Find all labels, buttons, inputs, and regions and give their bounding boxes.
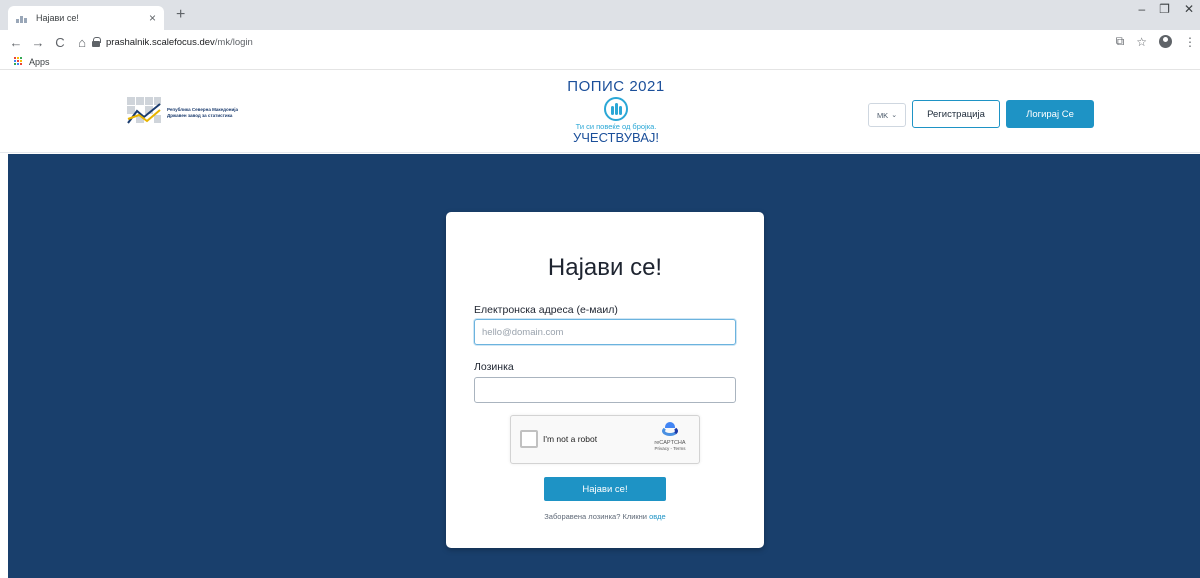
site-header: Република Северна Македонија Државен зав… [0,71,1200,153]
census-title-word: ПОПИС [567,78,625,95]
apps-grid-icon[interactable] [14,57,23,66]
browser-tabstrip: Најави се! × + – ❐ ✕ [0,0,1200,30]
email-label: Електронска адреса (е-маил) [474,304,618,316]
email-input[interactable] [474,319,736,345]
org-line-2: Државен завод за статистика [167,112,233,118]
recaptcha-label: I'm not a robot [543,434,598,444]
census-title: ПОПИС 2021 [564,78,668,95]
forgot-password-text: Заборавена лозинка? Кликни [544,512,650,521]
recaptcha-checkbox[interactable] [520,430,538,448]
bookmark-star-icon[interactable]: ☆ [1136,35,1147,49]
menu-dots-icon[interactable]: ⋮ [1184,35,1196,49]
login-card: Најави се! Електронска адреса (е-маил) Л… [446,212,764,548]
password-label: Лозинка [474,361,514,373]
minimize-icon[interactable]: – [1138,2,1145,16]
profile-icon[interactable] [1159,35,1172,48]
language-select[interactable]: MK ⌄ [868,103,906,127]
restore-icon[interactable]: ❐ [1159,2,1170,16]
forgot-password: Заборавена лозинка? Кликни овде [446,512,764,521]
back-icon[interactable]: ← [6,35,26,50]
recaptcha-widget: I'm not a robot reCAPTCHA Privacy - Term… [510,415,700,464]
address-bar[interactable]: prashalnik.scalefocus.dev/mk/login [92,33,1102,51]
census-people-icon [604,97,628,121]
register-button[interactable]: Регистрација [912,100,1000,128]
url-host: prashalnik.scalefocus.dev [106,36,215,48]
census-year: 2021 [629,78,665,95]
census-2021-logo[interactable]: ПОПИС 2021 Ти си повеќе од бројка. УЧЕСТ… [564,78,668,145]
tab-close-icon[interactable]: × [149,11,156,25]
password-input[interactable] [474,377,736,403]
statistics-logo-icon [127,97,161,127]
browser-toolbar: ← → C ⌂ prashalnik.scalefocus.dev/mk/log… [0,30,1200,54]
close-window-icon[interactable]: ✕ [1184,2,1194,16]
new-tab-icon[interactable]: + [176,6,185,24]
statistics-logo-text: Република Северна Македонија Државен зав… [167,107,238,118]
recaptcha-privacy-terms[interactable]: Privacy - Terms [650,446,690,451]
state-statistical-office-logo[interactable]: Република Северна Македонија Државен зав… [127,97,238,127]
bookmarks-bar: Apps [0,54,1200,70]
chevron-down-icon: ⌄ [891,112,898,119]
census-cta: УЧЕСТВУВАЈ! [572,130,659,145]
toolbar-actions: ⧉ ☆ ⋮ [1116,34,1196,49]
translate-icon[interactable]: ⧉ [1116,34,1125,49]
home-icon[interactable]: ⌂ [72,35,92,50]
tab-title: Најави се! [36,13,79,23]
lock-icon[interactable] [92,37,101,47]
window-controls: – ❐ ✕ [1138,2,1200,16]
recaptcha-logo: reCAPTCHA Privacy - Terms [650,422,690,451]
url-text: prashalnik.scalefocus.dev/mk/login [106,37,253,48]
reload-icon[interactable]: C [50,35,70,50]
recaptcha-icon [662,422,678,438]
bookmark-apps[interactable]: Apps [29,57,50,67]
forgot-password-link[interactable]: овде [649,512,666,521]
login-submit-button[interactable]: Најави се! [544,477,666,501]
browser-tab[interactable]: Најави се! × [8,6,164,30]
login-title: Најави се! [547,254,663,281]
forward-icon[interactable]: → [28,35,48,50]
org-line-1: Република Северна Македонија [167,106,238,112]
url-path: /mk/login [214,36,253,48]
language-value: MK [876,110,889,120]
header-login-button[interactable]: Логирај Се [1006,100,1094,128]
favicon-icon [16,13,28,23]
